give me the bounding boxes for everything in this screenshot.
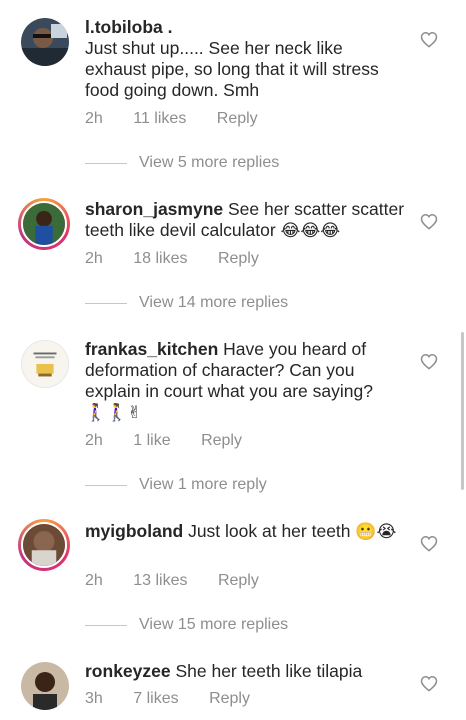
view-more-replies-button[interactable]: View 14 more replies bbox=[85, 294, 288, 312]
comment-likes[interactable]: 11 likes bbox=[133, 110, 186, 128]
comment-emoji: 😬😭 bbox=[355, 522, 397, 542]
comment-username[interactable]: myigboland bbox=[85, 521, 183, 541]
avatar[interactable] bbox=[18, 198, 70, 250]
comment-likes[interactable]: 18 likes bbox=[133, 250, 187, 268]
heart-outline-icon[interactable] bbox=[420, 31, 438, 48]
reply-button[interactable]: Reply bbox=[209, 690, 250, 708]
comment-meta: 2h 1 like Reply bbox=[85, 432, 268, 450]
comment-meta: 2h 11 likes Reply bbox=[85, 110, 284, 128]
avatar[interactable] bbox=[21, 340, 69, 388]
divider-line bbox=[85, 484, 127, 486]
reply-button[interactable]: Reply bbox=[218, 572, 259, 590]
divider-line bbox=[85, 162, 127, 164]
reply-button[interactable]: Reply bbox=[218, 250, 259, 268]
heart-outline-icon[interactable] bbox=[420, 535, 438, 552]
heart-outline-icon[interactable] bbox=[420, 213, 438, 230]
view-more-replies-label[interactable]: View 1 more reply bbox=[139, 476, 267, 494]
comment-time: 3h bbox=[85, 690, 103, 707]
comment-body: myigboland Just look at her teeth 😬😭 bbox=[85, 521, 405, 543]
scrollbar[interactable] bbox=[461, 332, 464, 490]
comment-username[interactable]: ronkeyzee bbox=[85, 661, 171, 681]
comment-username[interactable]: l.tobiloba . bbox=[85, 17, 173, 37]
comment-username[interactable]: frankas_kitchen bbox=[85, 339, 218, 359]
view-more-replies-label[interactable]: View 14 more replies bbox=[139, 294, 288, 312]
comment-emoji: 🚶‍♀️🚶‍♀️✌ bbox=[85, 403, 142, 423]
comment-username[interactable]: sharon_jasmyne bbox=[85, 199, 223, 219]
comment-emoji: 😂😂😂 bbox=[280, 221, 341, 241]
divider-line bbox=[85, 302, 127, 304]
comment-likes[interactable]: 13 likes bbox=[133, 572, 187, 590]
comment-body: sharon_jasmyne See her scatter scatter t… bbox=[85, 199, 405, 242]
comment-meta: 2h 18 likes Reply bbox=[85, 250, 285, 268]
comment-text: Just look at her teeth bbox=[183, 521, 356, 541]
comment-time: 2h bbox=[85, 250, 103, 267]
comment-likes[interactable]: 1 like bbox=[133, 432, 170, 450]
comment-body: l.tobiloba . Just shut up..... See her n… bbox=[85, 17, 405, 101]
comment-body: frankas_kitchen Have you heard of deform… bbox=[85, 339, 405, 424]
reply-button[interactable]: Reply bbox=[217, 110, 258, 128]
reply-button[interactable]: Reply bbox=[201, 432, 242, 450]
view-more-replies-label[interactable]: View 5 more replies bbox=[139, 154, 279, 172]
comment-time: 2h bbox=[85, 110, 103, 127]
comment-time: 2h bbox=[85, 572, 103, 589]
heart-outline-icon[interactable] bbox=[420, 675, 438, 692]
heart-outline-icon[interactable] bbox=[420, 353, 438, 370]
comment-time: 2h bbox=[85, 432, 103, 449]
comment-likes[interactable]: 7 likes bbox=[133, 690, 178, 708]
view-more-replies-button[interactable]: View 5 more replies bbox=[85, 154, 279, 172]
view-more-replies-button[interactable]: View 15 more replies bbox=[85, 616, 288, 634]
view-more-replies-button[interactable]: View 1 more reply bbox=[85, 476, 267, 494]
comment-text: Just shut up..... See her neck like exha… bbox=[85, 38, 379, 100]
view-more-replies-label[interactable]: View 15 more replies bbox=[139, 616, 288, 634]
comment-meta: 3h 7 likes Reply bbox=[85, 690, 276, 708]
avatar-image bbox=[21, 201, 67, 247]
divider-line bbox=[85, 624, 127, 626]
comment-meta: 2h 13 likes Reply bbox=[85, 572, 285, 590]
avatar[interactable] bbox=[21, 18, 69, 66]
avatar[interactable] bbox=[21, 662, 69, 710]
avatar[interactable] bbox=[18, 519, 70, 571]
comment-body: ronkeyzee She her teeth like tilapia bbox=[85, 661, 405, 682]
comment-text: She her teeth like tilapia bbox=[170, 661, 363, 681]
avatar-image bbox=[21, 522, 67, 568]
